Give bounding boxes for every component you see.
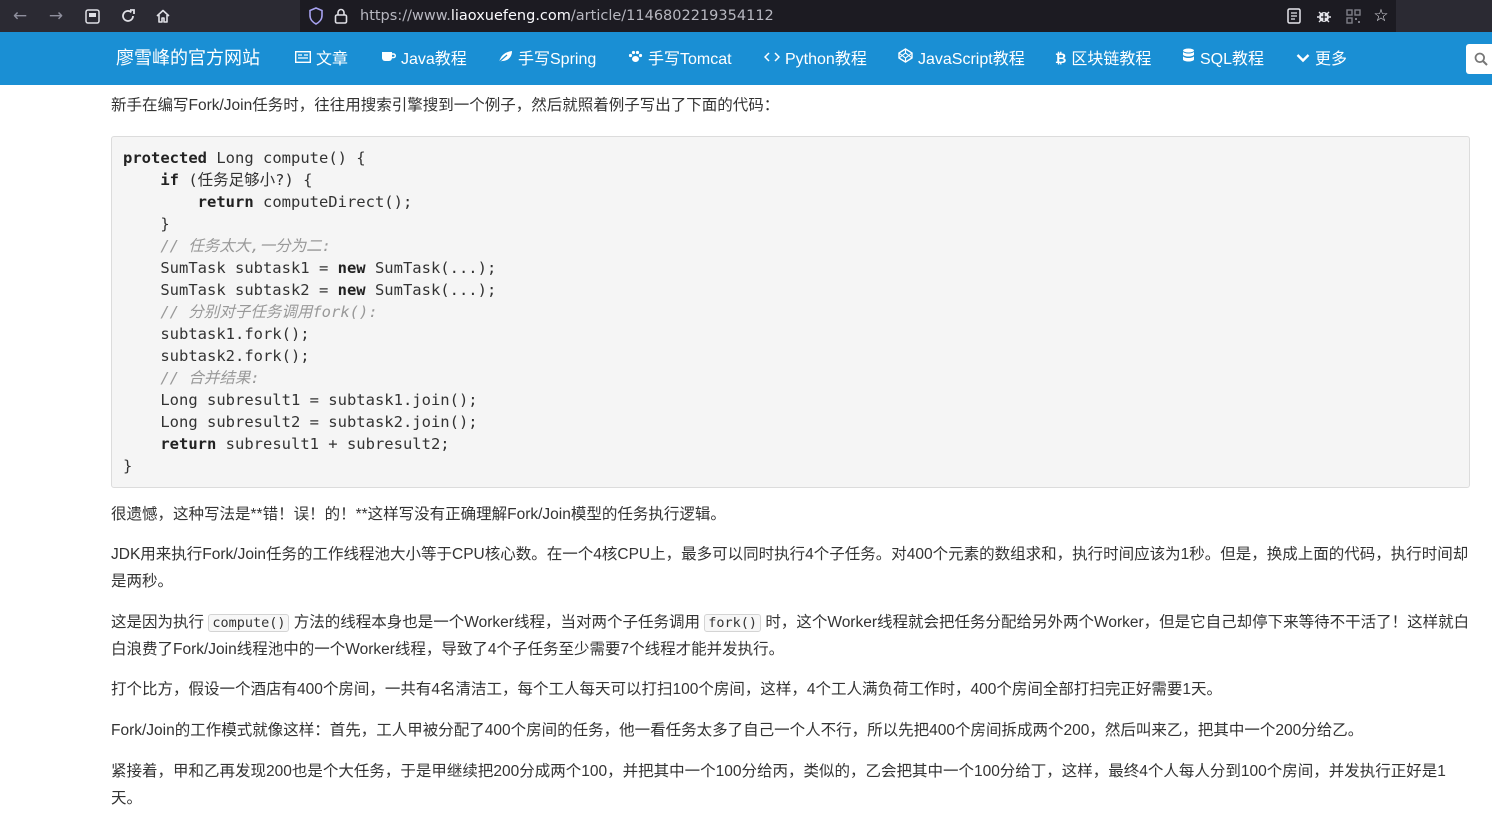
qr-code-icon[interactable]: [1343, 6, 1363, 26]
nav-java-label: Java教程: [401, 51, 467, 68]
reload-icon[interactable]: [113, 0, 143, 32]
code-line: Long subresult1 = subtask1.join();: [160, 391, 478, 409]
nav-spring-label: 手写Spring: [518, 51, 597, 68]
nav-blockchain-label: 区块链教程: [1071, 51, 1152, 68]
site-navbar: 廖雪峰的官方网站 文章 Java教程 手写Spring 手写Tomcat Pyt…: [0, 32, 1492, 85]
code-line: subtask2.fork();: [160, 347, 310, 365]
code-icon: [763, 32, 781, 85]
nav-articles[interactable]: 文章: [294, 32, 349, 86]
database-icon: [1182, 32, 1195, 85]
paragraph-5: Fork/Join的工作模式就像这样：首先，工人甲被分配了400个房间的任务，他…: [111, 722, 1364, 739]
code-line: Long subresult2 = subtask2.join();: [160, 413, 478, 431]
paragraph-4: 打个比方，假设一个酒店有400个房间，一共有4名清洁工，每个工人每天可以打扫10…: [111, 681, 1222, 698]
nav-more-label: 更多: [1315, 51, 1348, 68]
home-icon[interactable]: [148, 0, 178, 32]
nav-blockchain[interactable]: ₿ 区块链教程: [1055, 32, 1151, 86]
browser-toolbar: ← → https://www.liaoxuefeng.com/article/…: [0, 0, 1492, 32]
paragraph-6: 紧接着，甲和乙再发现200也是个大任务，于是甲继续把200分成两个100，并把其…: [111, 763, 1446, 807]
nav-javascript[interactable]: JavaScript教程: [898, 32, 1025, 86]
nav-sql-label: SQL教程: [1200, 51, 1265, 68]
nav-javascript-label: JavaScript教程: [918, 51, 1025, 68]
coffee-icon: [381, 32, 396, 85]
nav-more[interactable]: 更多: [1296, 32, 1347, 86]
bookmark-star-icon[interactable]: ☆: [1371, 6, 1391, 26]
nav-tomcat[interactable]: 手写Tomcat: [628, 32, 732, 86]
site-brand[interactable]: 廖雪峰的官方网站: [116, 32, 260, 85]
codepen-icon: [898, 32, 913, 85]
code-comment: // 合并结果:: [160, 369, 260, 387]
inline-code: fork(): [704, 614, 762, 632]
code-line: return subresult1 + subresult2;: [160, 435, 450, 453]
code-line: SumTask subtask2 = new SumTask(...);: [160, 281, 497, 299]
url-prefix: https://www.: [360, 8, 451, 24]
bug-extension-icon[interactable]: [1314, 6, 1334, 26]
nav-java[interactable]: Java教程: [381, 32, 467, 86]
paragraph-1: 很遗憾，这种写法是**错！误！的！**这样写没有正确理解Fork/Join模型的…: [111, 506, 726, 523]
code-line: subtask1.fork();: [160, 325, 310, 343]
url-text[interactable]: https://www.liaoxuefeng.com/article/1146…: [360, 0, 774, 32]
nav-tomcat-label: 手写Tomcat: [648, 51, 732, 68]
code-line: SumTask subtask1 = new SumTask(...);: [160, 259, 497, 277]
code-line: return computeDirect();: [197, 193, 413, 211]
newspaper-icon: [294, 32, 312, 85]
tracking-protection-icon[interactable]: [308, 7, 324, 25]
nav-articles-label: 文章: [316, 51, 349, 68]
address-bar[interactable]: https://www.liaoxuefeng.com/article/1146…: [300, 0, 1396, 32]
reader-view-icon[interactable]: [77, 0, 107, 32]
forward-icon[interactable]: →: [41, 0, 71, 32]
code-line: if (任务足够小?) {: [160, 171, 313, 189]
url-path: /article/1146802219354112: [570, 8, 774, 24]
paragraph-3: 这是因为执行 compute() 方法的线程本身也是一个Worker线程，当对两…: [111, 614, 1470, 658]
lock-icon[interactable]: [334, 7, 348, 25]
nav-sql[interactable]: SQL教程: [1182, 32, 1264, 86]
paragraph-2: JDK用来执行Fork/Join任务的工作线程池大小等于CPU核心数。在一个4核…: [111, 546, 1469, 590]
code-block: protected Long compute() { if (任务足够小?) {…: [111, 136, 1470, 488]
chevron-down-icon: [1296, 32, 1310, 85]
bitcoin-icon: ₿: [1055, 50, 1067, 66]
search-button[interactable]: [1466, 44, 1492, 74]
code-comment: // 任务太大,一分为二:: [160, 237, 331, 255]
paw-icon: [628, 32, 643, 85]
code-line: protected Long compute() {: [123, 149, 366, 167]
code-line: }: [160, 215, 170, 233]
search-icon: [1474, 52, 1488, 66]
nav-python-label: Python教程: [785, 51, 867, 68]
url-domain: liaoxuefeng.com: [450, 8, 571, 24]
nav-python[interactable]: Python教程: [763, 32, 867, 86]
nav-spring[interactable]: 手写Spring: [498, 32, 596, 86]
inline-code: compute(): [208, 614, 290, 632]
intro-paragraph: 新手在编写Fork/Join任务时，往往用搜索引擎搜到一个例子，然后就照着例子写…: [111, 97, 780, 114]
code-line: }: [123, 457, 133, 475]
back-icon[interactable]: ←: [5, 0, 35, 32]
code-comment: // 分别对子任务调用fork():: [160, 303, 378, 321]
leaf-icon: [498, 32, 513, 85]
reader-mode-icon[interactable]: [1284, 6, 1304, 26]
